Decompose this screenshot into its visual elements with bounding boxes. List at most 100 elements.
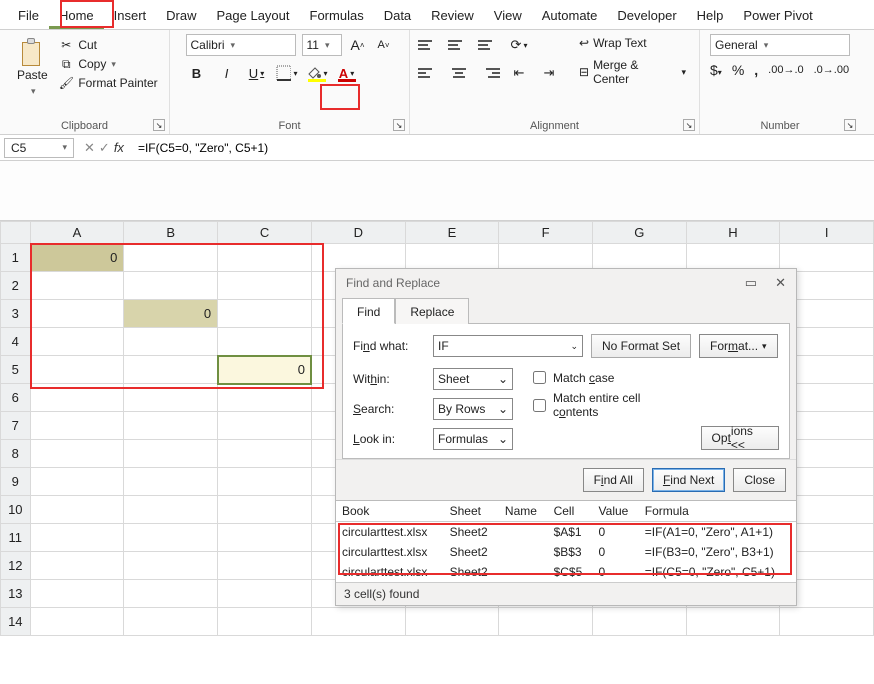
bold-button[interactable]: B: [186, 62, 208, 84]
col-header-B[interactable]: B: [124, 222, 218, 244]
cell-A10[interactable]: [30, 496, 124, 524]
close-button[interactable]: Close: [733, 468, 786, 492]
results-row[interactable]: circularttest.xlsxSheet2$A$10=IF(A1=0, "…: [336, 522, 796, 543]
row-header-4[interactable]: 4: [1, 328, 31, 356]
paste-dropdown-icon[interactable]: [29, 82, 36, 97]
decrease-font-button[interactable]: A˅: [374, 34, 394, 56]
cell-D14[interactable]: [311, 608, 405, 636]
col-header-A[interactable]: A: [30, 222, 124, 244]
percent-button[interactable]: %: [732, 62, 744, 78]
align-bottom-button[interactable]: [478, 34, 500, 56]
cell-B1[interactable]: [124, 244, 218, 272]
decrease-indent-button[interactable]: ⇤: [508, 62, 530, 84]
number-launcher[interactable]: ↘: [844, 119, 856, 131]
clipboard-launcher[interactable]: ↘: [153, 119, 165, 131]
search-select[interactable]: By Rows⌄: [433, 398, 513, 420]
results-header-cell[interactable]: Cell: [548, 501, 593, 522]
menu-automate[interactable]: Automate: [532, 4, 608, 29]
cell-C1[interactable]: [218, 244, 312, 272]
increase-indent-button[interactable]: ⇥: [538, 62, 560, 84]
currency-button[interactable]: $▾: [710, 62, 722, 78]
menu-power-pivot[interactable]: Power Pivot: [733, 4, 822, 29]
cell-C12[interactable]: [218, 552, 312, 580]
cell-A11[interactable]: [30, 524, 124, 552]
menu-view[interactable]: View: [484, 4, 532, 29]
menu-home[interactable]: Home: [49, 4, 104, 29]
cell-A9[interactable]: [30, 468, 124, 496]
match-case-checkbox[interactable]: Match case: [529, 368, 685, 387]
col-header-I[interactable]: I: [780, 222, 874, 244]
cell-G14[interactable]: [592, 608, 686, 636]
find-all-button[interactable]: Find All: [583, 468, 644, 492]
tab-replace[interactable]: Replace: [395, 298, 469, 324]
results-header-book[interactable]: Book: [336, 501, 444, 522]
col-header-G[interactable]: G: [592, 222, 686, 244]
formula-input[interactable]: [130, 139, 874, 157]
cell-C9[interactable]: [218, 468, 312, 496]
cell-A8[interactable]: [30, 440, 124, 468]
results-header-formula[interactable]: Formula: [639, 501, 796, 522]
cell-C13[interactable]: [218, 580, 312, 608]
results-row[interactable]: circularttest.xlsxSheet2$C$50=IF(C5=0, "…: [336, 562, 796, 582]
cell-A2[interactable]: [30, 272, 124, 300]
font-color-button[interactable]: A ▾: [336, 62, 358, 84]
fx-icon[interactable]: fx: [114, 140, 124, 155]
cell-B11[interactable]: [124, 524, 218, 552]
cell-H14[interactable]: [686, 608, 780, 636]
cell-B8[interactable]: [124, 440, 218, 468]
row-header-1[interactable]: 1: [1, 244, 31, 272]
cell-C14[interactable]: [218, 608, 312, 636]
font-launcher[interactable]: ↘: [393, 119, 405, 131]
menu-insert[interactable]: Insert: [104, 4, 157, 29]
cell-E14[interactable]: [405, 608, 499, 636]
borders-button[interactable]: ▾: [276, 62, 298, 84]
select-all-corner[interactable]: [1, 222, 31, 244]
cell-A3[interactable]: [30, 300, 124, 328]
cell-C5[interactable]: 0: [218, 356, 312, 384]
find-what-input[interactable]: IF ⌄: [433, 335, 583, 357]
cell-B7[interactable]: [124, 412, 218, 440]
cell-B10[interactable]: [124, 496, 218, 524]
name-box[interactable]: C5 ▾: [4, 138, 74, 158]
col-header-E[interactable]: E: [405, 222, 499, 244]
row-header-11[interactable]: 11: [1, 524, 31, 552]
fill-color-button[interactable]: ▾: [306, 62, 328, 84]
cell-B2[interactable]: [124, 272, 218, 300]
cell-A12[interactable]: [30, 552, 124, 580]
close-icon[interactable]: ✕: [775, 275, 786, 291]
row-header-5[interactable]: 5: [1, 356, 31, 384]
menu-page-layout[interactable]: Page Layout: [207, 4, 300, 29]
cell-A7[interactable]: [30, 412, 124, 440]
italic-button[interactable]: I: [216, 62, 238, 84]
row-header-12[interactable]: 12: [1, 552, 31, 580]
col-header-D[interactable]: D: [311, 222, 405, 244]
format-painter-button[interactable]: 🖌 Format Painter: [59, 76, 157, 90]
cell-A4[interactable]: [30, 328, 124, 356]
number-format-combo[interactable]: General▾: [710, 34, 850, 56]
cell-A13[interactable]: [30, 580, 124, 608]
row-header-3[interactable]: 3: [1, 300, 31, 328]
row-header-6[interactable]: 6: [1, 384, 31, 412]
col-header-C[interactable]: C: [218, 222, 312, 244]
alignment-launcher[interactable]: ↘: [683, 119, 695, 131]
maximize-icon[interactable]: ▭: [745, 275, 757, 291]
results-header-value[interactable]: Value: [593, 501, 639, 522]
match-entire-checkbox[interactable]: Match entire cell contents: [529, 391, 685, 419]
align-left-button[interactable]: [418, 62, 440, 84]
row-header-7[interactable]: 7: [1, 412, 31, 440]
align-right-button[interactable]: [478, 62, 500, 84]
menu-review[interactable]: Review: [421, 4, 484, 29]
cell-A1[interactable]: 0: [30, 244, 124, 272]
cell-C2[interactable]: [218, 272, 312, 300]
row-header-8[interactable]: 8: [1, 440, 31, 468]
menu-draw[interactable]: Draw: [156, 4, 206, 29]
tab-find[interactable]: Find: [342, 298, 395, 324]
cell-B5[interactable]: [124, 356, 218, 384]
results-row[interactable]: circularttest.xlsxSheet2$B$30=IF(B3=0, "…: [336, 542, 796, 562]
col-header-H[interactable]: H: [686, 222, 780, 244]
align-top-button[interactable]: [418, 34, 440, 56]
cell-C8[interactable]: [218, 440, 312, 468]
orientation-button[interactable]: ⟳▾: [508, 34, 530, 56]
row-header-2[interactable]: 2: [1, 272, 31, 300]
row-header-14[interactable]: 14: [1, 608, 31, 636]
